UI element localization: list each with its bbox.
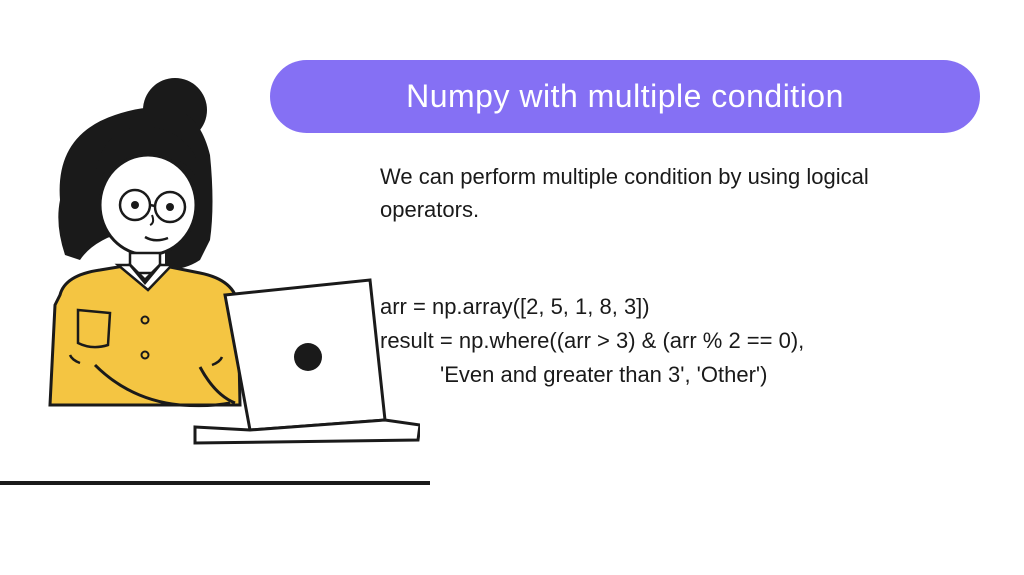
title-pill: Numpy with multiple condition — [270, 60, 980, 133]
slide-container: Numpy with multiple condition We can per… — [0, 0, 1024, 575]
code-line-2: result = np.where((arr > 3) & (arr % 2 =… — [380, 324, 980, 358]
code-line-1: arr = np.array([2, 5, 1, 8, 3]) — [380, 290, 980, 324]
code-example: arr = np.array([2, 5, 1, 8, 3]) result =… — [380, 290, 980, 392]
desk-line — [0, 481, 430, 485]
description-text: We can perform multiple condition by usi… — [380, 160, 900, 226]
title-text: Numpy with multiple condition — [302, 78, 948, 115]
code-line-3: 'Even and greater than 3', 'Other') — [380, 358, 980, 392]
